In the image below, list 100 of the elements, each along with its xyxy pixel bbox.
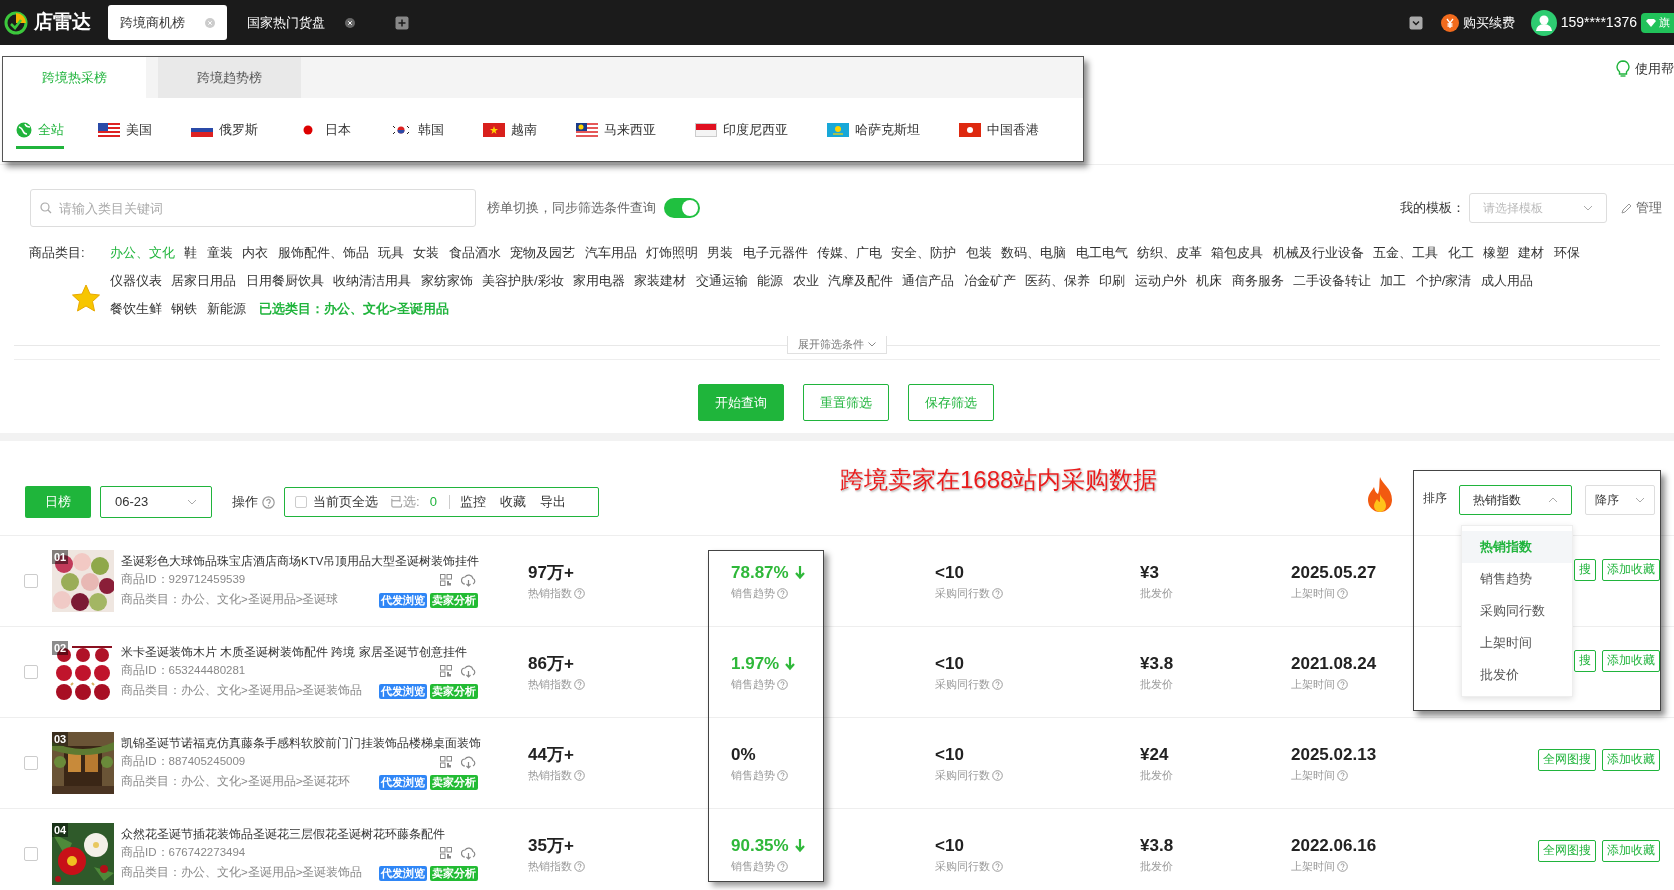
category-item[interactable]: 食品酒水	[448, 243, 501, 263]
dropship-tag[interactable]: 代发浏览	[379, 592, 427, 608]
category-item[interactable]: 运动户外	[1134, 271, 1187, 291]
purchase-link[interactable]: 购买续费	[1440, 12, 1515, 33]
category-item[interactable]: 钢铁	[171, 299, 198, 319]
category-item[interactable]: 医药、保养	[1025, 271, 1091, 291]
category-item[interactable]: 加工	[1380, 271, 1407, 291]
manage-link[interactable]: 管理	[1621, 198, 1662, 218]
category-item[interactable]: 服饰配件、饰品	[277, 243, 369, 263]
country-tab[interactable]: 中国香港	[959, 113, 1039, 149]
cloud-download-icon[interactable]	[461, 573, 476, 587]
category-item[interactable]: 家用电器	[572, 271, 625, 291]
sort-field-select[interactable]: 热销指数	[1459, 485, 1572, 515]
country-tab[interactable]: 韩国	[390, 113, 444, 149]
category-item[interactable]: 汽车用品	[584, 243, 637, 263]
row-checkbox[interactable]	[24, 756, 38, 770]
qr-code-icon[interactable]	[440, 847, 452, 859]
product-title[interactable]: 众然花圣诞节插花装饰品圣诞花三层假花圣诞树花环藤条配件	[121, 825, 481, 843]
toolbar-link[interactable]: 监控	[459, 492, 486, 512]
row-checkbox[interactable]	[24, 847, 38, 861]
country-tab[interactable]: 日本	[297, 113, 351, 149]
category-item[interactable]: 家装建材	[634, 271, 687, 291]
sort-order-select[interactable]: 降序	[1585, 485, 1655, 515]
category-item[interactable]: 家纺家饰	[420, 271, 473, 291]
category-item[interactable]: 鞋	[184, 243, 198, 263]
category-item[interactable]: 印刷	[1099, 271, 1126, 291]
close-icon[interactable]	[345, 17, 355, 28]
expand-filter-button[interactable]: 展开筛选条件	[787, 336, 887, 354]
cloud-download-icon[interactable]	[461, 755, 476, 769]
sort-option[interactable]: 批发价	[1462, 659, 1572, 691]
search-field[interactable]: 请输入类目关键词	[30, 189, 476, 227]
category-item[interactable]: 环保	[1553, 243, 1580, 263]
country-tab[interactable]: 哈萨克斯坦	[827, 113, 920, 149]
qr-code-icon[interactable]	[440, 665, 452, 677]
browser-tab[interactable]: 国家热门货盘	[235, 5, 367, 40]
dropdown-icon[interactable]	[1408, 15, 1423, 30]
category-item[interactable]: 橡塑	[1483, 243, 1509, 263]
category-item[interactable]: 二手设备转让	[1293, 271, 1372, 291]
category-item[interactable]: 数码、电脑	[1001, 243, 1067, 263]
category-item[interactable]: 通信产品	[902, 271, 955, 291]
category-item[interactable]: 男装	[707, 243, 734, 263]
avatar-icon[interactable]	[1530, 9, 1557, 36]
browser-tab[interactable]: 跨境商机榜	[108, 5, 227, 40]
category-item[interactable]: 纺织、皮革	[1137, 243, 1203, 263]
product-title[interactable]: 米卡圣诞装饰木片 木质圣诞树装饰配件 跨境 家居圣诞节创意挂件	[121, 643, 481, 661]
qr-code-icon[interactable]	[440, 756, 452, 768]
category-item[interactable]: 收纳清洁用具	[333, 271, 412, 291]
sort-option[interactable]: 上架时间	[1462, 627, 1572, 659]
category-item[interactable]: 交通运输	[695, 271, 748, 291]
category-item[interactable]: 商务服务	[1231, 271, 1284, 291]
sort-option[interactable]: 销售趋势	[1462, 563, 1572, 595]
sort-option[interactable]: 采购同行数	[1462, 595, 1572, 627]
category-item[interactable]: 玩具	[377, 243, 404, 263]
category-item[interactable]: 灯饰照明	[645, 243, 698, 263]
category-item[interactable]: 能源	[757, 271, 784, 291]
qr-code-icon[interactable]	[440, 574, 452, 586]
country-tab[interactable]: 美国	[98, 113, 152, 149]
select-all-checkbox[interactable]: 当前页全选	[295, 492, 378, 512]
category-item[interactable]: 美容护肤/彩妆	[481, 271, 564, 291]
category-item[interactable]: 宠物及园艺	[510, 243, 576, 263]
add-tab-icon[interactable]	[395, 15, 409, 30]
category-item[interactable]: 童装	[206, 243, 233, 263]
toolbar-link[interactable]: 导出	[539, 492, 566, 512]
category-item[interactable]: 五金、工具	[1373, 243, 1439, 263]
category-item[interactable]: 汽摩及配件	[827, 271, 893, 291]
category-item[interactable]: 安全、防护	[891, 243, 957, 263]
category-item[interactable]: 内衣	[242, 243, 269, 263]
category-item[interactable]: 化工	[1447, 243, 1474, 263]
dropship-tag[interactable]: 代发浏览	[379, 774, 427, 790]
row-checkbox[interactable]	[24, 665, 38, 679]
category-item[interactable]: 居家日用品	[171, 271, 237, 291]
cloud-download-icon[interactable]	[461, 664, 476, 678]
category-item[interactable]: 冶金矿产	[963, 271, 1016, 291]
dropship-tag[interactable]: 代发浏览	[379, 683, 427, 699]
country-tab[interactable]: 俄罗斯	[191, 113, 258, 149]
category-item[interactable]: 农业	[792, 271, 819, 291]
category-item[interactable]: 餐饮生鲜	[110, 299, 162, 319]
category-item[interactable]: 电工电气	[1075, 243, 1128, 263]
country-tab[interactable]: 越南	[483, 113, 537, 149]
category-item[interactable]: 新能源	[206, 299, 246, 319]
sync-toggle[interactable]	[664, 198, 700, 218]
toolbar-link[interactable]: 收藏	[499, 492, 526, 512]
ranking-tab[interactable]: 跨境趋势榜	[158, 57, 301, 98]
cloud-download-icon[interactable]	[461, 846, 476, 860]
category-item[interactable]: 包装	[965, 243, 992, 263]
category-item[interactable]: 成人用品	[1480, 271, 1533, 291]
row-checkbox[interactable]	[24, 574, 38, 588]
category-item[interactable]: 传媒、广电	[817, 243, 883, 263]
category-item[interactable]: 建材	[1518, 243, 1545, 263]
country-tab[interactable]: 马来西亚	[576, 113, 656, 149]
product-title[interactable]: 凯锦圣诞节诺福克仿真藤条手感料软胶前门门挂装饰品楼梯桌面装饰	[121, 734, 481, 752]
country-tab[interactable]: 印度尼西亚	[695, 113, 788, 149]
category-item[interactable]: 仪器仪表	[110, 271, 162, 291]
category-item[interactable]: 女装	[413, 243, 440, 263]
help-link[interactable]: 使用帮	[1635, 59, 1674, 79]
dropship-tag[interactable]: 代发浏览	[379, 865, 427, 881]
category-item[interactable]: 机床	[1196, 271, 1223, 291]
category-item[interactable]: 日用餐厨饮具	[245, 271, 324, 291]
product-title[interactable]: 圣诞彩色大球饰品珠宝店酒店商场KTV吊顶用品大型圣诞树装饰挂件	[121, 552, 481, 570]
category-item[interactable]: 箱包皮具	[1211, 243, 1264, 263]
